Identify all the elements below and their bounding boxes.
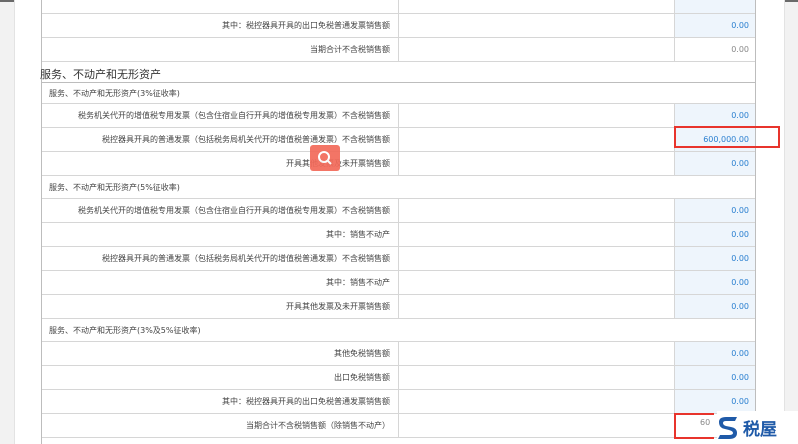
group-header-3pct: 服务、不动产和无形资产(3%征收率) [42, 83, 755, 104]
services-table: 服务、不动产和无形资产(3%征收率) 税务机关代开的增值税专用发票（包含住宿业自… [41, 82, 756, 444]
table-row: 税务机关代开的增值税专用发票（包含住宿业自行开具的增值税专用发票）不含税销售额 … [42, 104, 755, 128]
logo-text: 税屋 [743, 420, 777, 440]
row-label: 其中：销售不动产 [42, 271, 399, 294]
group-header-3-5pct: 服务、不动产和无形资产(3%及5%征收率) [42, 319, 755, 342]
row-label: 其中：销售不动产 [42, 223, 399, 246]
zoom-button[interactable] [310, 145, 340, 171]
section-title: 服务、不动产和无形资产 [40, 68, 161, 81]
table-row: 开具其他发票及未开票销售额 0.00 [42, 295, 755, 319]
row-label: 当期合计不含税销售额 [42, 38, 399, 61]
value-input[interactable]: 0.00 [675, 14, 755, 37]
row-label: 税控器具开具的普通发票（包括税务局机关代开的增值税普通发票）不含税销售额 [42, 247, 399, 270]
table-row: 其中：销售不动产 0.00 [42, 223, 755, 247]
value-input[interactable]: 0.00 [675, 152, 755, 175]
table-row: 当期合计不含税销售额（除销售不动产） [42, 414, 755, 438]
row-label: 税控器具开具的普通发票（包括税务局机关代开的增值税普通发票）不含税销售额 [42, 128, 399, 151]
shuiwu-logo: 税屋 [717, 411, 798, 444]
table-row: 其中：税控器具开具的出口免税普通发票销售额 0.00 [42, 14, 755, 38]
value-input[interactable]: 0.00 [675, 271, 755, 294]
value-input[interactable]: 0.00 [675, 342, 755, 365]
table-row: 开具其他发票及未开票销售额 0.00 [42, 152, 755, 176]
value-display: 0.00 [675, 38, 755, 61]
value-input[interactable]: 0.00 [675, 199, 755, 222]
table-row: 当期合计不含税销售额 0.00 [42, 38, 755, 62]
row-label: 当期合计不含税销售额（除销售不动产） [42, 414, 399, 437]
table-row: 出口免税销售额 0.00 [42, 366, 755, 390]
value-input[interactable]: 0.00 [675, 295, 755, 318]
table-row [42, 0, 755, 14]
row-label: 税务机关代开的增值税专用发票（包含住宿业自行开具的增值税专用发票）不含税销售额 [42, 104, 399, 127]
row-label: 其中：税控器具开具的出口免税普通发票销售额 [42, 390, 399, 413]
value-input[interactable]: 0.00 [675, 104, 755, 127]
group-header-5pct: 服务、不动产和无形资产(5%征收率) [42, 176, 755, 199]
row-label: 其中：税控器具开具的出口免税普通发票销售额 [42, 14, 399, 37]
highlight-box-600000 [674, 126, 780, 148]
value-input[interactable]: 0.00 [675, 390, 755, 413]
shuiwu-logo-icon [718, 416, 737, 439]
table-row: 其中：销售不动产 0.00 [42, 271, 755, 295]
row-label: 开具其他发票及未开票销售额 [42, 152, 399, 175]
row-label: 税务机关代开的增值税专用发票（包含住宿业自行开具的增值税专用发票）不含税销售额 [42, 199, 399, 222]
value-input[interactable]: 0.00 [675, 223, 755, 246]
magnifier-icon [318, 151, 332, 165]
row-label: 开具其他发票及未开票销售额 [42, 295, 399, 318]
row-label: 其他免税销售额 [42, 342, 399, 365]
table-row: 税控器具开具的普通发票（包括税务局机关代开的增值税普通发票）不含税销售额 0.0… [42, 247, 755, 271]
value-input[interactable]: 0.00 [675, 247, 755, 270]
total-value-partial: 60 [700, 418, 711, 427]
value-input[interactable]: 0.00 [675, 366, 755, 389]
row-label: 出口免税销售额 [42, 366, 399, 389]
table-row: 税务机关代开的增值税专用发票（包含住宿业自行开具的增值税专用发票）不含税销售额 … [42, 199, 755, 223]
table-row: 其他免税销售额 0.00 [42, 342, 755, 366]
table-row: 税控器具开具的普通发票（包括税务局机关代开的增值税普通发票）不含税销售额 600… [42, 128, 755, 152]
table-row: 其中：税控器具开具的出口免税普通发票销售额 0.00 [42, 390, 755, 414]
